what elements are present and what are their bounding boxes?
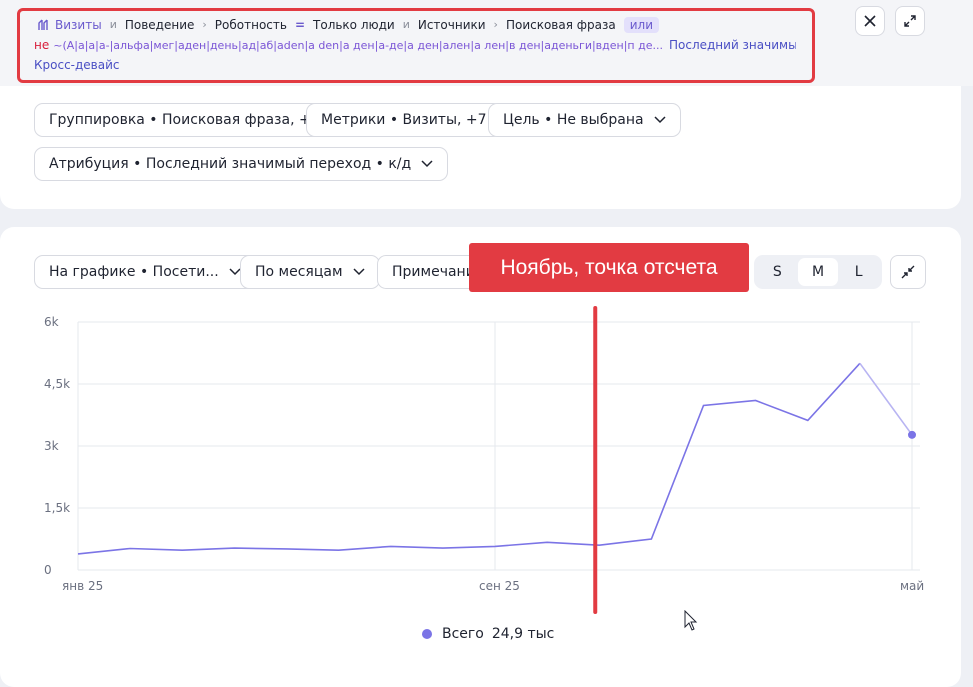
filter-breadcrumbs: Визиты и Поведение › Роботность = Только… (36, 16, 804, 34)
filter-people-only[interactable]: Только люди (313, 16, 395, 34)
negation-label: не (34, 38, 50, 52)
legend-total: 24,9 тыс (491, 626, 555, 642)
size-m-button[interactable]: M (797, 258, 839, 286)
filter-metric[interactable]: Визиты (36, 16, 102, 34)
chevron-right-icon: › (202, 18, 207, 31)
grouping-label: Группировка • Поисковая фраза, +1 (49, 112, 320, 128)
close-icon (864, 15, 876, 27)
attribution-dropdown[interactable]: Атрибуция • Последний значимый переход •… (34, 147, 449, 181)
chart-size-toggle: S M L (754, 255, 882, 289)
collapse-icon (901, 265, 915, 279)
x-tick-label: янв 25 (62, 579, 103, 593)
visits-icon (38, 19, 48, 30)
goal-label: Цель • Не выбрана (503, 112, 644, 128)
x-tick-label: май (900, 579, 924, 593)
y-tick-label: 1,5k (44, 501, 70, 515)
or-chip[interactable]: или (623, 17, 660, 33)
filter-cross-device[interactable]: Кросс-девайс (34, 56, 120, 74)
chevron-down-icon (654, 116, 666, 124)
grouping-button[interactable]: Группировка • Поисковая фраза, +1 (34, 103, 335, 137)
filter-robotness[interactable]: Роботность (215, 16, 287, 34)
join-word: и (109, 18, 117, 31)
legend-series-label: Всего (442, 626, 484, 642)
series-last-point[interactable] (908, 430, 916, 439)
filter-sources[interactable]: Источники (418, 16, 486, 34)
annotation-callout: Ноябрь, точка отсчета (469, 243, 749, 292)
chart-legend[interactable]: Всего 24,9 тыс (422, 625, 554, 643)
attribution-label: Атрибуция • Последний значимый переход •… (49, 156, 412, 172)
fullscreen-chart-button[interactable] (890, 255, 926, 289)
chevron-down-icon (352, 268, 365, 276)
period-label: По месяцам (255, 264, 343, 280)
chevron-right-icon: › (493, 18, 498, 31)
expand-filter-button[interactable] (895, 6, 925, 36)
filter-behavior[interactable]: Поведение (125, 16, 195, 34)
size-s-button[interactable]: S (757, 258, 798, 286)
chevron-down-icon (421, 160, 433, 168)
filter-panel: Визиты и Поведение › Роботность = Только… (0, 0, 973, 86)
metrics-label: Метрики • Визиты, +7 (321, 112, 487, 128)
mouse-cursor-icon (684, 610, 698, 631)
y-tick-label: 3k (44, 439, 59, 453)
size-l-button[interactable]: L (838, 258, 879, 286)
filter-metric-label: Визиты (55, 18, 102, 32)
filter-last-transition[interactable]: Последний значимый переход (669, 38, 796, 52)
period-dropdown[interactable]: По месяцам (240, 255, 380, 289)
close-button[interactable] (855, 6, 885, 36)
segment-filter-box[interactable]: Визиты и Поведение › Роботность = Только… (17, 8, 815, 83)
goal-dropdown[interactable]: Цель • Не выбрана (488, 103, 681, 137)
visits-line-chart: 6k 4,5k 3k 1,5k 0 янв 25 сен 25 май (44, 306, 924, 614)
filter-search-phrase[interactable]: Поисковая фраза (506, 16, 616, 34)
legend-dot (422, 629, 432, 639)
y-tick-label: 6k (44, 315, 59, 329)
y-tick-label: 0 (44, 563, 52, 577)
x-tick-label: сен 25 (479, 579, 520, 593)
chart-series-label: На графике • Посети... (49, 264, 219, 280)
equals-sign: = (294, 18, 306, 32)
filter-phrase-line: не ~(А|а|а|а-|альфа|мег|аден|день|ад|аб|a… (34, 36, 796, 54)
expand-icon (904, 15, 916, 27)
metrics-button[interactable]: Метрики • Визиты, +7 (306, 103, 502, 137)
series-line-incomplete (859, 362, 913, 436)
y-tick-label: 4,5k (44, 377, 70, 391)
series-line (77, 362, 861, 555)
chart-series-dropdown[interactable]: На графике • Посети... (34, 255, 256, 289)
phrase-values[interactable]: ~(А|а|а|а-|альфа|мег|аден|день|ад|аб|ade… (53, 39, 663, 52)
join-word: и (402, 18, 410, 31)
chevron-down-icon (229, 268, 241, 276)
